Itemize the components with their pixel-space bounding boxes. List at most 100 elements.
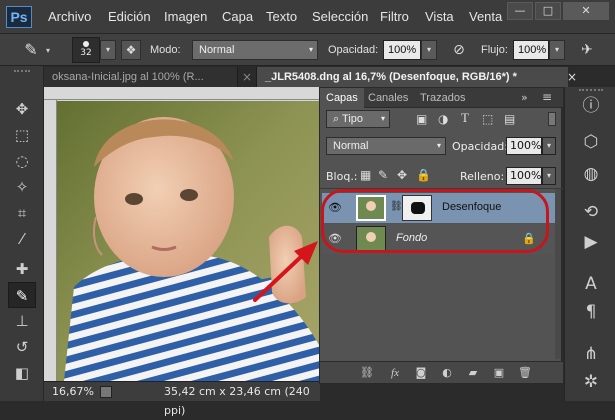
healing-brush-tool-icon[interactable]: ✚ bbox=[8, 256, 36, 282]
filter-pixel-icon[interactable]: ▣ bbox=[416, 112, 427, 126]
filter-toggle-switch[interactable] bbox=[548, 112, 556, 126]
tools-panel: ✥ ⬚ ◌ ✧ ⌗ ⁄ ✚ ✎ ⊥ ↺ ◧ bbox=[0, 66, 44, 401]
menu-vista[interactable]: Vista bbox=[425, 9, 454, 24]
crop-tool-icon[interactable]: ⌗ bbox=[8, 200, 36, 226]
mode-select[interactable]: Normal ▾ bbox=[192, 40, 318, 60]
layers-scrollbar[interactable] bbox=[555, 189, 561, 359]
tool-preset-dropdown-icon[interactable]: ▾ bbox=[46, 46, 50, 55]
paragraph-panel-icon[interactable]: ¶ bbox=[578, 299, 604, 325]
close-active-tab-icon[interactable]: × bbox=[567, 67, 577, 87]
tab-oksana-inicial[interactable]: oksana-Inicial.jpg al 100% (R... bbox=[44, 67, 238, 87]
lock-transparent-icon[interactable]: ▦ bbox=[360, 168, 371, 182]
lock-position-icon[interactable]: ✥ bbox=[397, 168, 407, 182]
eyedropper-tool-icon[interactable]: ⁄ bbox=[8, 226, 36, 252]
color-panel-icon[interactable]: ◍ bbox=[578, 161, 604, 187]
info-panel-icon[interactable]: ⓘ bbox=[578, 93, 604, 119]
close-window-button[interactable]: ✕ bbox=[563, 2, 609, 20]
opacity-label: Opacidad: bbox=[328, 44, 379, 56]
menu-filtro[interactable]: Filtro bbox=[380, 9, 409, 24]
opacity-dropdown-icon[interactable]: ▾ bbox=[421, 40, 437, 60]
filter-adjustment-icon[interactable]: ◑ bbox=[438, 112, 448, 126]
filter-shape-icon[interactable]: ⬚ bbox=[482, 112, 493, 126]
eraser-tool-icon[interactable]: ◧ bbox=[8, 360, 36, 386]
new-layer-icon[interactable]: ▣ bbox=[490, 366, 508, 380]
right-dock: ⓘ ⬡ ◍ ⟲ ▶ A ¶ ⋔ ✲ bbox=[564, 87, 615, 401]
menu-edicion[interactable]: Edición bbox=[108, 9, 151, 24]
filter-smart-object-icon[interactable]: ▤ bbox=[504, 112, 515, 126]
vertical-ruler[interactable] bbox=[44, 100, 57, 381]
minimize-button[interactable]: — bbox=[507, 2, 533, 20]
history-brush-tool-icon[interactable]: ↺ bbox=[8, 334, 36, 360]
status-info-icon[interactable] bbox=[100, 386, 112, 398]
marquee-tool-icon[interactable]: ⬚ bbox=[8, 122, 36, 148]
document-info: 35,42 cm x 23,46 cm (240 ppi) bbox=[164, 385, 310, 417]
tab-trazados[interactable]: Trazados bbox=[414, 88, 471, 108]
layer-opacity-label: Opacidad: bbox=[452, 140, 508, 153]
blend-mode-select[interactable]: Normal ▾ bbox=[326, 137, 446, 155]
flow-dropdown-icon[interactable]: ▾ bbox=[549, 40, 565, 60]
document-tabs: oksana-Inicial.jpg al 100% (R... × _JLR5… bbox=[44, 67, 577, 87]
brush-tool-icon[interactable]: ✎ bbox=[20, 39, 42, 61]
opacity-input[interactable]: 100% bbox=[383, 40, 421, 60]
new-group-icon[interactable]: ▰ bbox=[464, 366, 482, 380]
brush-presets-panel-icon[interactable]: ⋔ bbox=[578, 341, 604, 367]
brush-preset-dropdown-icon[interactable]: ▾ bbox=[100, 40, 116, 60]
pressure-opacity-icon[interactable]: ⊘ bbox=[448, 40, 470, 60]
menu-bar: Ps Archivo Edición Imagen Capa Texto Sel… bbox=[0, 0, 615, 34]
tab-capas[interactable]: Capas bbox=[320, 88, 364, 108]
brush-size-value: 32 bbox=[80, 48, 92, 58]
brush-tool-icon-active[interactable]: ✎ bbox=[8, 282, 36, 308]
annotation-highlight-oval bbox=[321, 189, 549, 253]
3d-panel-icon[interactable]: ⬡ bbox=[578, 129, 604, 155]
horizontal-ruler[interactable] bbox=[44, 87, 320, 100]
fill-input[interactable]: 100% bbox=[506, 167, 542, 185]
panel-collapse-icon[interactable]: » bbox=[521, 91, 528, 104]
menu-capa[interactable]: Capa bbox=[222, 9, 253, 24]
actions-panel-icon[interactable]: ▶ bbox=[578, 229, 604, 255]
menu-ventana[interactable]: Venta bbox=[469, 9, 502, 24]
lock-all-icon[interactable]: 🔒 bbox=[416, 168, 431, 182]
adjustment-layer-icon[interactable]: ◐ bbox=[438, 366, 456, 380]
add-mask-icon[interactable]: ◙ bbox=[412, 366, 430, 380]
filter-type-label: Tipo bbox=[342, 113, 364, 125]
menu-imagen[interactable]: Imagen bbox=[164, 9, 207, 24]
menu-texto[interactable]: Texto bbox=[266, 9, 297, 24]
lock-pixels-icon[interactable]: ✎ bbox=[378, 168, 388, 182]
mode-dropdown-icon: ▾ bbox=[308, 45, 313, 54]
panel-menu-icon[interactable]: ≡ bbox=[542, 90, 552, 104]
maximize-button[interactable]: □ bbox=[535, 2, 561, 20]
close-tab-icon[interactable]: × bbox=[240, 67, 254, 87]
layer-opacity-dropdown-icon[interactable]: ▾ bbox=[542, 137, 556, 155]
toolbar-grip[interactable] bbox=[14, 70, 30, 74]
fill-label: Relleno: bbox=[460, 170, 505, 183]
annotation-arrow bbox=[253, 241, 318, 302]
lasso-tool-icon[interactable]: ◌ bbox=[8, 148, 36, 174]
panel-tabs: Capas Canales Trazados » ≡ bbox=[320, 88, 563, 108]
layers-panel-footer: ⛓ fx ◙ ◐ ▰ ▣ 🗑 bbox=[320, 361, 563, 383]
status-bar: 16,67% 35,42 cm x 23,46 cm (240 ppi) bbox=[44, 381, 320, 417]
link-layers-icon[interactable]: ⛓ bbox=[358, 366, 376, 380]
blend-mode-value: Normal bbox=[333, 140, 369, 152]
menu-archivo[interactable]: Archivo bbox=[48, 9, 91, 24]
history-panel-icon[interactable]: ⟲ bbox=[578, 199, 604, 225]
layer-style-icon[interactable]: fx bbox=[386, 366, 404, 380]
layer-filter-select[interactable]: ⌕ Tipo ▾ bbox=[326, 110, 390, 128]
zoom-level[interactable]: 16,67% bbox=[52, 382, 94, 401]
tool-presets-panel-icon[interactable]: ✲ bbox=[578, 369, 604, 395]
airbrush-icon[interactable]: ✈ bbox=[576, 40, 598, 60]
move-tool-icon[interactable]: ✥ bbox=[8, 96, 36, 122]
clone-stamp-tool-icon[interactable]: ⊥ bbox=[8, 308, 36, 334]
tab-canales[interactable]: Canales bbox=[362, 88, 414, 108]
delete-layer-icon[interactable]: 🗑 bbox=[516, 366, 534, 380]
brush-panel-toggle-icon[interactable]: ❖ bbox=[121, 40, 141, 60]
brush-preset-picker[interactable]: 32 bbox=[72, 37, 100, 63]
tab-jlr5408[interactable]: _JLR5408.dng al 16,7% (Desenfoque, RGB/1… bbox=[256, 67, 568, 87]
mode-value: Normal bbox=[199, 44, 235, 56]
filter-type-icon[interactable]: T bbox=[461, 110, 469, 126]
menu-seleccion[interactable]: Selección bbox=[312, 9, 368, 24]
flow-input[interactable]: 100% bbox=[513, 40, 549, 60]
layer-opacity-input[interactable]: 100% bbox=[506, 137, 542, 155]
fill-dropdown-icon[interactable]: ▾ bbox=[542, 167, 556, 185]
quick-selection-tool-icon[interactable]: ✧ bbox=[8, 174, 36, 200]
character-panel-icon[interactable]: A bbox=[578, 271, 604, 297]
